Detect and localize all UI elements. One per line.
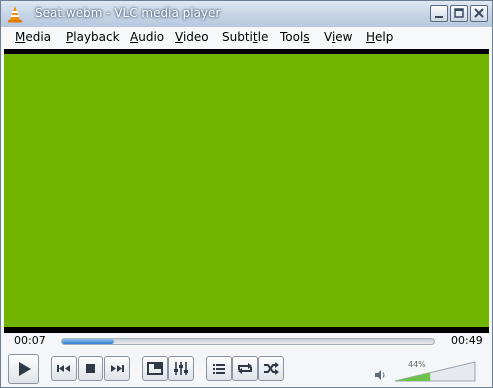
play-icon xyxy=(19,362,31,376)
maximize-button[interactable] xyxy=(450,5,468,22)
extended-settings-button[interactable] xyxy=(168,356,194,381)
menu-playback[interactable]: Playback xyxy=(66,30,120,44)
menu-tools[interactable]: Tools xyxy=(280,30,310,44)
loop-icon xyxy=(238,363,252,374)
previous-icon xyxy=(57,365,70,372)
fullscreen-icon xyxy=(147,362,163,375)
minimize-button[interactable] xyxy=(430,5,448,22)
menu-bar: Media Playback Audio Video Subtitle Tools View… xyxy=(1,27,492,49)
vlc-cone-icon xyxy=(8,6,22,23)
menu-view[interactable]: View xyxy=(324,30,353,44)
total-time[interactable]: 00:49 xyxy=(451,334,483,347)
menu-media[interactable]: Media xyxy=(15,30,51,44)
next-icon xyxy=(111,365,124,372)
elapsed-time[interactable]: 00:07 xyxy=(14,334,46,347)
speaker-icon[interactable] xyxy=(374,369,386,381)
seek-row: 00:07 00:49 xyxy=(1,333,492,351)
stop-button[interactable] xyxy=(78,356,103,381)
seek-progress-fill xyxy=(62,339,115,344)
maximize-icon xyxy=(454,8,464,18)
menu-video[interactable]: Video xyxy=(175,30,209,44)
volume-fill xyxy=(395,372,431,381)
menu-subtitle[interactable]: Subtitle xyxy=(222,30,268,44)
playlist-button[interactable] xyxy=(206,356,232,381)
shuffle-icon xyxy=(264,362,279,375)
title-bar[interactable]: Seat.webm - VLC media player xyxy=(1,1,492,27)
next-button[interactable] xyxy=(104,356,130,381)
play-button[interactable] xyxy=(8,354,39,384)
menu-help[interactable]: Help xyxy=(366,30,393,44)
previous-button[interactable] xyxy=(51,356,77,381)
fullscreen-button[interactable] xyxy=(142,356,168,381)
extended-settings-icon xyxy=(174,362,188,375)
minimize-icon xyxy=(435,16,443,18)
window-title: Seat.webm - VLC media player xyxy=(35,6,221,20)
menu-audio[interactable]: Audio xyxy=(130,30,164,44)
video-frame[interactable] xyxy=(4,54,489,327)
playlist-icon xyxy=(213,364,225,374)
loop-button[interactable] xyxy=(232,356,258,381)
stop-icon xyxy=(86,364,95,373)
vlc-window: Seat.webm - VLC media player Media Playba… xyxy=(0,0,493,388)
close-button[interactable] xyxy=(470,5,488,22)
volume-slider[interactable] xyxy=(394,360,476,382)
seek-bar[interactable] xyxy=(61,338,435,345)
shuffle-button[interactable] xyxy=(258,356,284,381)
close-icon xyxy=(474,8,484,18)
video-area[interactable] xyxy=(4,49,489,333)
